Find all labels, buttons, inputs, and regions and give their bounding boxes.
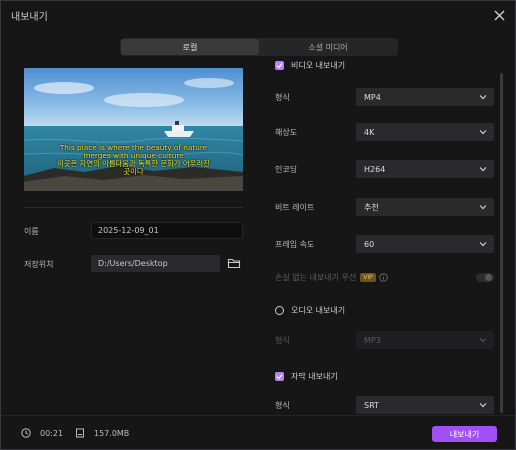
audio-format-row: 형식 MP3 xyxy=(263,331,495,349)
subtitle-format-label: 형식 xyxy=(275,401,290,410)
close-icon xyxy=(494,10,504,20)
checkmark-icon xyxy=(276,62,283,68)
file-icon xyxy=(76,428,84,438)
chevron-down-icon xyxy=(479,167,487,172)
vip-badge: VIP xyxy=(360,272,376,282)
lossless-label: 손실 없는 내보내기 우선 xyxy=(275,272,357,282)
subtitle-export-label: 자막 내보내기 xyxy=(291,371,338,381)
audio-format-value: MP3 xyxy=(364,335,381,345)
subtitle-format-select[interactable]: SRT xyxy=(356,396,494,414)
video-preview: This place is where the beauty of nature… xyxy=(24,68,243,191)
audio-format-label: 형식 xyxy=(275,336,290,345)
footer-divider xyxy=(1,415,515,416)
tab-social-media[interactable]: 소셜 미디어 xyxy=(259,39,397,55)
file-name-input[interactable]: 2025-12-09_01 xyxy=(91,222,243,239)
settings-scrollbar[interactable] xyxy=(500,73,503,413)
duration-info: 00:21 xyxy=(21,428,63,438)
framerate-value: 60 xyxy=(364,239,375,249)
destination-tabs: 로컬 소셜 미디어 xyxy=(120,38,398,56)
duration-value: 00:21 xyxy=(40,428,64,438)
bitrate-value: 추천 xyxy=(364,202,379,212)
framerate-label: 프레임 속도 xyxy=(275,240,315,249)
video-export-label: 비디오 내보내기 xyxy=(291,61,346,70)
encoding-row: 인코딩 H264 xyxy=(263,160,495,178)
clock-icon xyxy=(21,428,31,438)
format-label: 형식 xyxy=(275,93,290,102)
chevron-down-icon xyxy=(479,403,487,408)
resolution-row: 해상도 4K xyxy=(263,123,495,141)
info-icon[interactable] xyxy=(378,272,388,282)
dialog-title: 내보내기 xyxy=(11,11,48,23)
lossless-row: 손실 없는 내보내기 우선 VIP xyxy=(263,269,495,287)
subtitle-export-checkbox[interactable] xyxy=(275,371,284,381)
browse-folder-button[interactable] xyxy=(227,255,243,271)
caption-line-4: 곳이다 xyxy=(123,167,144,176)
format-row: 형식 MP4 xyxy=(263,88,495,106)
tab-local[interactable]: 로컬 xyxy=(121,39,259,55)
resolution-value: 4K xyxy=(364,127,375,137)
chevron-down-icon xyxy=(479,242,487,247)
resolution-select[interactable]: 4K xyxy=(356,123,494,141)
chevron-down-icon xyxy=(479,338,487,343)
resolution-label: 해상도 xyxy=(275,128,298,137)
format-value: MP4 xyxy=(364,92,381,102)
lossless-toggle[interactable] xyxy=(476,273,494,282)
bitrate-select[interactable]: 추천 xyxy=(356,198,494,216)
checkmark-icon xyxy=(276,373,283,379)
encoding-label: 인코딩 xyxy=(275,165,298,174)
format-select[interactable]: MP4 xyxy=(356,88,494,106)
audio-export-label: 오디오 내보내기 xyxy=(291,305,346,315)
chevron-down-icon xyxy=(479,95,487,100)
bitrate-row: 비트 레이트 추천 xyxy=(263,198,495,216)
folder-icon xyxy=(227,258,241,269)
chevron-down-icon xyxy=(479,205,487,210)
audio-export-section: 오디오 내보내기 xyxy=(275,303,345,317)
close-button[interactable] xyxy=(489,5,509,25)
name-label: 이름 xyxy=(24,227,39,236)
lossless-label-group: 손실 없는 내보내기 우선 VIP xyxy=(275,270,388,284)
divider xyxy=(24,207,243,208)
export-dialog: 내보내기 로컬 소셜 미디어 This place is where the b… xyxy=(0,0,516,450)
subtitle-format-value: SRT xyxy=(364,400,379,410)
framerate-row: 프레임 속도 60 xyxy=(263,235,495,253)
export-settings-panel: 비디오 내보내기 형식 MP4 해상도 4K 인코딩 H264 비트 레이트 추… xyxy=(263,61,505,415)
audio-format-select[interactable]: MP3 xyxy=(356,331,494,349)
save-location-field[interactable]: D:/Users/Desktop xyxy=(91,255,220,272)
video-export-section: 비디오 내보내기 xyxy=(275,61,345,72)
location-label: 저장위치 xyxy=(24,260,54,269)
framerate-select[interactable]: 60 xyxy=(356,235,494,253)
video-export-checkbox[interactable] xyxy=(275,61,284,70)
bitrate-label: 비트 레이트 xyxy=(275,203,315,212)
subtitle-export-section: 자막 내보내기 xyxy=(275,369,338,383)
filesize-value: 157.0MB xyxy=(94,428,130,438)
title-bar: 내보내기 xyxy=(1,1,515,29)
chevron-down-icon xyxy=(479,130,487,135)
export-button[interactable]: 내보내기 xyxy=(432,426,497,442)
encoding-value: H264 xyxy=(364,164,386,174)
filesize-info: 157.0MB xyxy=(75,428,129,438)
subtitle-format-row: 형식 SRT xyxy=(263,396,495,414)
encoding-select[interactable]: H264 xyxy=(356,160,494,178)
audio-export-radio[interactable] xyxy=(275,305,284,315)
